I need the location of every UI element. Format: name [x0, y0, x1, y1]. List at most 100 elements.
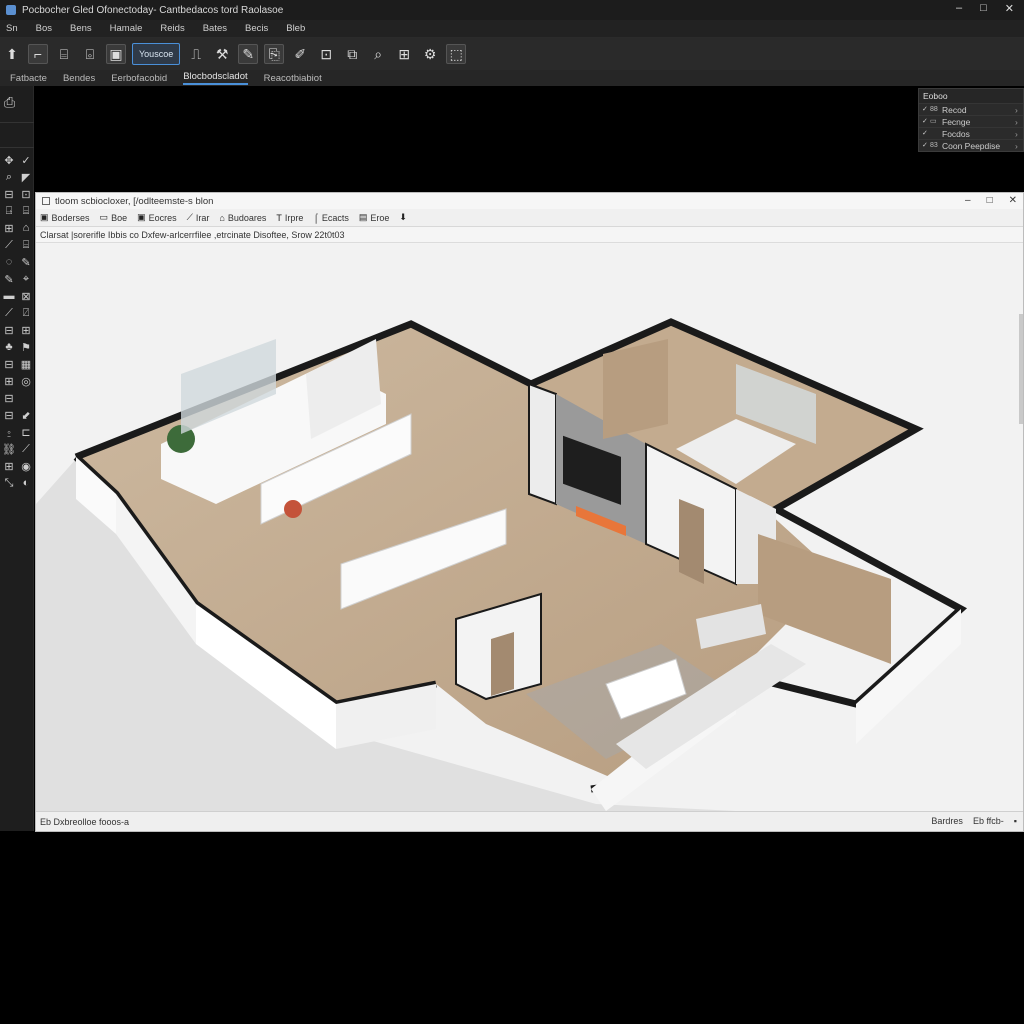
lock-icon[interactable]: ⊡ [316, 44, 336, 64]
status-item[interactable]: Bardres [931, 816, 963, 826]
doc-tool[interactable]: ⟋ Irar [187, 212, 210, 223]
window-tool-icon[interactable]: ⍈ [1, 203, 17, 219]
doc-tool[interactable]: ▤ Eroe [359, 212, 390, 223]
fill-icon[interactable]: ◐ [18, 475, 34, 491]
dimension-icon[interactable]: ⟋ [1, 237, 17, 253]
cursor-icon[interactable]: ⬋ [18, 407, 34, 423]
page-icon[interactable]: ⌐ [28, 44, 48, 64]
doc-tool[interactable]: ⌠ Ecacts [313, 213, 348, 223]
menu-item[interactable]: Hamale [110, 23, 143, 34]
3d-floorplan-viewport[interactable] [36, 244, 1023, 811]
menu-item[interactable]: Bens [70, 23, 92, 34]
tab[interactable]: Fatbacte [10, 73, 47, 84]
doc-tool[interactable]: ▣ Boderses [40, 212, 90, 223]
vertical-scrollbar[interactable] [1019, 314, 1023, 424]
menu-item[interactable]: Bleb [286, 23, 305, 34]
snap-icon[interactable]: ⍛ [1, 424, 17, 440]
frame-icon[interactable]: ▣ [106, 44, 126, 64]
doc-minimize-button[interactable]: – [965, 195, 971, 206]
measure-icon[interactable]: ⎍ [186, 44, 206, 64]
menu-item[interactable]: Reids [160, 23, 184, 34]
menu-item[interactable]: Becis [245, 23, 268, 34]
layers-icon[interactable]: ⧉ [342, 44, 362, 64]
export-icon[interactable]: ⎘ [264, 44, 285, 64]
ruler-icon[interactable]: ⌖ [18, 271, 34, 287]
ribbon-tabs: Fatbacte Bendes Eerbofacobid Blocbodscla… [0, 70, 1024, 86]
fixture-icon[interactable]: ✎ [18, 254, 34, 270]
tab[interactable]: Eerbofacobid [111, 73, 167, 84]
paint-icon[interactable]: ⚒ [212, 44, 232, 64]
window-tool-icon[interactable]: ⌻ [80, 44, 100, 64]
room-tool-icon[interactable]: ⊞ [1, 220, 17, 236]
furniture-icon[interactable]: ◌ [1, 254, 17, 270]
status-icon[interactable]: ▪ [1014, 816, 1017, 826]
menu-item[interactable]: Bates [203, 23, 227, 34]
target-icon[interactable]: ◎ [18, 373, 34, 389]
sun-icon[interactable]: ◉ [18, 458, 34, 474]
material-icon[interactable]: ⊞ [1, 458, 17, 474]
tag-icon[interactable]: ⊟ [1, 407, 17, 423]
doc-tool[interactable]: ▣ Eocres [137, 212, 177, 223]
tab[interactable]: Reacotbiabiot [264, 73, 322, 84]
home-icon[interactable]: ⬆ [2, 44, 22, 64]
checkbox-icon[interactable]: ✓ [922, 140, 930, 152]
magnet-icon[interactable]: ⊏ [18, 424, 34, 440]
beam-icon[interactable]: ⊠ [18, 288, 34, 304]
maximize-button[interactable]: □ [980, 2, 987, 15]
zoom-icon[interactable]: ⌕ [1, 169, 17, 185]
status-item[interactable]: Eb ffcb- [973, 816, 1004, 826]
eyedropper-icon[interactable]: ⍁ [18, 305, 34, 321]
checkbox-icon[interactable]: ✓ [922, 116, 930, 128]
menu-item[interactable]: Sn [6, 23, 18, 34]
stair-tool-icon[interactable]: ⌸ [18, 203, 34, 219]
doc-tool[interactable]: ▭ Boe [100, 212, 128, 223]
panel-row[interactable]: ✓ Focdos › [919, 127, 1023, 139]
edit-icon[interactable]: ✎ [238, 44, 259, 64]
image-icon[interactable]: ⊞ [394, 44, 414, 64]
pencil-icon[interactable]: ✎ [1, 271, 17, 287]
select-tool-icon[interactable]: ⎙ [4, 94, 22, 112]
minimize-button[interactable]: – [956, 2, 962, 15]
doc-tool[interactable]: ⌂ Budoares [219, 213, 266, 223]
doc-tool[interactable]: ⬇ [399, 212, 407, 223]
close-button[interactable]: ✕ [1005, 2, 1014, 15]
draw-icon[interactable]: ✓ [18, 152, 34, 168]
checkbox-icon[interactable]: ✓ [922, 104, 930, 116]
layer-icon[interactable]: ⊞ [1, 373, 17, 389]
plant-icon[interactable]: ♣ [1, 339, 17, 355]
view-icon[interactable]: ⊟ [1, 390, 17, 406]
text-tool-icon[interactable]: ⌸ [18, 237, 34, 253]
grid-icon[interactable]: ▦ [18, 356, 34, 372]
tab-active[interactable]: Blocbodscladot [183, 71, 248, 85]
render-icon[interactable]: ⬚ [446, 44, 467, 64]
pencil-icon[interactable]: ✐ [290, 44, 310, 64]
camera-icon[interactable]: ⊟ [1, 322, 17, 338]
search-icon[interactable]: ⌕ [368, 44, 388, 64]
link-icon[interactable]: ⛓ [1, 441, 17, 457]
door-tool-icon[interactable]: ⊡ [18, 186, 34, 202]
wall-icon[interactable]: ⌸ [54, 44, 74, 64]
roof-tool-icon[interactable]: ⌂ [18, 220, 34, 236]
move-icon[interactable]: ✥ [1, 152, 17, 168]
doc-maximize-button[interactable]: □ [987, 195, 993, 206]
settings-icon[interactable]: ⚙ [420, 44, 440, 64]
column-icon[interactable]: ▬ [1, 288, 17, 304]
document-toolbar: ▣ Boderses ▭ Boe ▣ Eocres ⟋ Irar ⌂ Budoares T… [36, 209, 1023, 227]
selected-tool-button[interactable]: Youscoe [132, 43, 181, 65]
brush-icon[interactable]: ⟋ [1, 305, 17, 321]
menu-item[interactable]: Bos [36, 23, 52, 34]
panel-row[interactable]: ✓ ▭ Fecnge › [919, 115, 1023, 127]
checkbox-icon[interactable]: ✓ [922, 128, 930, 140]
trash-icon[interactable]: ⊟ [1, 356, 17, 372]
doc-close-button[interactable]: ✕ [1009, 195, 1017, 206]
light-icon[interactable]: ⊞ [18, 322, 34, 338]
panel-row[interactable]: ✓ 83 Coon Peepdise › [919, 139, 1023, 151]
wall-tool-icon[interactable]: ⊟ [1, 186, 17, 202]
panel-row[interactable]: ✓ 88 Recod › [919, 103, 1023, 115]
line-icon[interactable]: ◤ [18, 169, 34, 185]
label-icon[interactable]: ⚑ [18, 339, 34, 355]
tab[interactable]: Bendes [63, 73, 95, 84]
scale-icon[interactable]: ⤡ [1, 475, 17, 491]
pen-icon[interactable]: ⟋ [18, 441, 34, 457]
doc-tool[interactable]: T Irpre [276, 213, 303, 223]
